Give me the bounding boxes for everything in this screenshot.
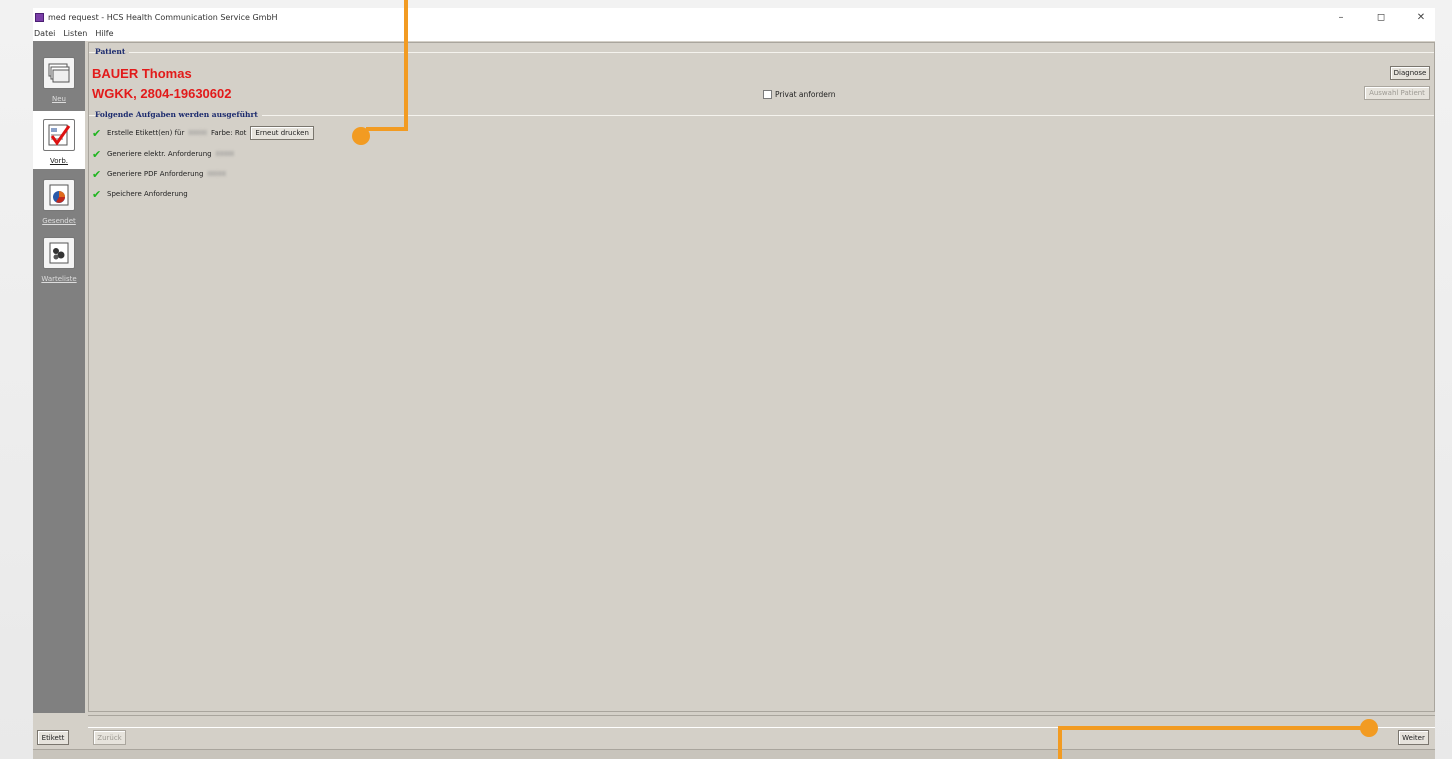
redacted-text: ΙΙΙΙΙΙΙΙΙ [215,150,235,158]
menu-datei[interactable]: Datei [34,29,55,38]
bottom-bar: Etikett Zurück Weiter [33,715,1435,749]
sidebar-item-gesendet[interactable]: Gesendet [33,171,85,229]
sidebar: Neu Vorb. Gesendet Warteliste [33,41,85,713]
menu-hilfe[interactable]: Hilfe [95,29,113,38]
divider [88,715,1435,716]
menu-bar: Datei Listen Hilfe [33,26,1435,41]
checkmark-icon: ✔ [92,167,102,181]
task-item: ✔ Speichere Anforderung [92,187,188,201]
sidebar-item-label: Neu [52,95,66,103]
auswahl-patient-button[interactable]: Auswahl Patient [1364,86,1430,100]
patient-insurance: WGKK, 2804-19630602 [92,86,232,101]
app-icon [35,12,44,22]
document-icon [43,179,75,211]
task-suffix: Farbe: Rot [210,129,247,137]
sidebar-item-neu[interactable]: Neu [33,49,85,107]
callout-line [366,127,408,131]
redacted-text: ΙΙΙΙΙΙΙΙΙ [188,129,207,137]
etikett-button[interactable]: Etikett [37,730,69,745]
stack-icon [43,57,75,89]
callout-line [1058,726,1368,730]
tasks-group-title: Folgende Aufgaben werden ausgeführt [95,110,262,119]
sidebar-item-warteliste[interactable]: Warteliste [33,229,85,287]
task-item: ✔ Generiere elektr. Anforderung ΙΙΙΙΙΙΙΙ… [92,147,234,161]
redacted-text: ΙΙΙΙΙΙΙΙΙ [207,170,226,178]
patient-group-title: Patient [95,47,130,56]
diagnose-button[interactable]: Diagnose [1390,66,1430,80]
checkbox[interactable] [763,90,772,99]
maximize-icon[interactable]: ◻ [1375,12,1387,23]
checkmark-icon: ✔ [92,126,102,140]
checkmark-icon: ✔ [92,147,102,161]
close-icon[interactable]: ✕ [1415,12,1427,23]
waitlist-icon [43,237,75,269]
privat-label: Privat anfordern [775,90,836,99]
checklist-icon [43,119,75,151]
bottom-inner [88,727,1435,749]
sidebar-item-label: Warteliste [41,275,77,283]
task-text: Generiere elektr. Anforderung [107,150,212,158]
callout-dot [352,127,370,145]
sidebar-item-label: Vorb. [49,157,69,165]
app-window: med request - HCS Health Communication S… [33,8,1435,759]
main-panel: Patient BAUER Thomas WGKK, 2804-19630602… [88,42,1435,712]
checkmark-icon: ✔ [92,187,102,201]
task-text: Generiere PDF Anforderung [107,170,204,178]
title-bar: med request - HCS Health Communication S… [33,8,1435,26]
patient-name: BAUER Thomas [92,66,192,81]
divider [89,52,1434,53]
minimize-icon[interactable]: – [1335,12,1347,23]
window-title: med request - HCS Health Communication S… [48,12,278,22]
window-controls: – ◻ ✕ [1335,8,1427,26]
erneut-drucken-button[interactable]: Erneut drucken [250,126,314,140]
task-item: ✔ Generiere PDF Anforderung ΙΙΙΙΙΙΙΙΙ [92,167,226,181]
sidebar-item-label: Gesendet [42,217,76,225]
task-item: ✔ Erstelle Etikett(en) für ΙΙΙΙΙΙΙΙΙ Far… [92,126,314,140]
menu-listen[interactable]: Listen [63,29,87,38]
weiter-button[interactable]: Weiter [1398,730,1429,745]
task-text: Erstelle Etikett(en) für [107,129,185,137]
callout-line [404,0,408,130]
status-bar [33,749,1435,759]
sidebar-item-vorb[interactable]: Vorb. [33,111,85,169]
callout-line [1058,726,1062,759]
task-text: Speichere Anforderung [107,190,188,198]
privat-checkbox[interactable]: Privat anfordern [763,90,836,99]
zurueck-button[interactable]: Zurück [93,730,126,745]
divider [89,115,1434,116]
